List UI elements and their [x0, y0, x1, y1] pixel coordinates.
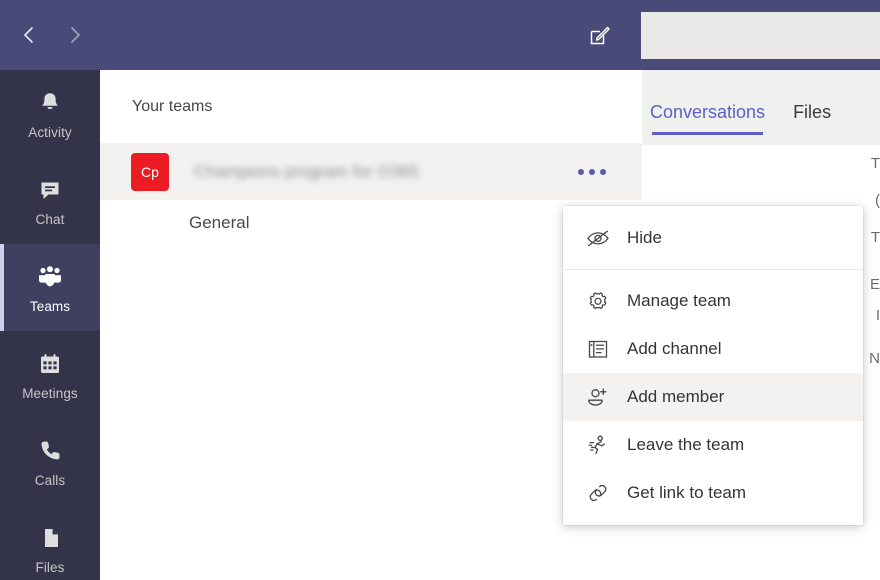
menu-item-add-member[interactable]: Add member	[563, 373, 863, 421]
menu-item-get-link-to-team[interactable]: Get link to team	[563, 469, 863, 517]
navigation-buttons	[14, 18, 90, 52]
chat-bubble-icon	[36, 174, 64, 206]
sidebar-item-label: Chat	[35, 212, 65, 227]
sidebar-item-teams[interactable]: Teams	[0, 244, 100, 331]
sidebar-item-chat[interactable]: Chat	[0, 157, 100, 244]
search-input[interactable]	[641, 12, 880, 59]
bell-icon	[36, 87, 64, 119]
menu-item-label: Add channel	[627, 339, 722, 358]
back-button[interactable]	[14, 18, 44, 52]
left-navigation-rail: Activity Chat Teams Meetings Calls Files	[0, 70, 100, 580]
compose-new-chat-button[interactable]	[585, 20, 615, 50]
channel-row-general[interactable]: General	[100, 200, 642, 246]
sidebar-item-activity[interactable]: Activity	[0, 70, 100, 157]
sidebar-item-files[interactable]: Files	[0, 505, 100, 580]
teams-app-window: Activity Chat Teams Meetings Calls Files…	[0, 0, 880, 580]
tab-label: Files	[793, 102, 832, 122]
eye-hide-icon	[585, 226, 619, 250]
team-name: Champions program for O365	[194, 161, 419, 181]
menu-item-hide[interactable]: Hide	[563, 214, 863, 262]
clipped-text-fragment: N	[869, 350, 880, 367]
menu-item-label: Leave the team	[627, 435, 745, 454]
avatar: Cp	[131, 152, 169, 191]
sidebar-item-label: Files	[35, 560, 65, 575]
menu-separator	[563, 269, 863, 270]
add-member-person-plus-icon	[585, 385, 619, 409]
channel-name: General	[189, 213, 250, 232]
clipped-text-fragment: T	[870, 229, 880, 246]
running-person-icon	[585, 433, 619, 457]
teams-list-panel: Your teams Cp Champions program for O365…	[100, 70, 642, 580]
team-context-menu: Hide Manage team Add channel Add member …	[563, 206, 863, 525]
page-title: Your teams	[132, 97, 213, 115]
sidebar-item-label: Activity	[28, 125, 72, 140]
add-channel-list-icon	[585, 337, 619, 361]
more-options-ellipsis-icon[interactable]	[572, 163, 612, 181]
title-bar	[0, 0, 880, 70]
menu-item-manage-team[interactable]: Manage team	[563, 277, 863, 325]
file-page-icon	[36, 522, 64, 554]
menu-item-leave-the-team[interactable]: Leave the team	[563, 421, 863, 469]
phone-icon	[36, 435, 64, 467]
clipped-text-fragment: I	[875, 307, 880, 324]
menu-item-label: Manage team	[627, 291, 731, 310]
sidebar-item-label: Teams	[29, 299, 71, 314]
teams-people-icon	[35, 261, 65, 293]
clipped-text-fragment: (	[875, 192, 880, 209]
clipped-text-fragment: E	[869, 276, 880, 293]
sidebar-item-calls[interactable]: Calls	[0, 418, 100, 505]
menu-item-add-channel[interactable]: Add channel	[563, 325, 863, 373]
sidebar-item-label: Meetings	[22, 386, 78, 401]
your-teams-header: Your teams	[100, 70, 642, 143]
sidebar-item-label: Calls	[34, 473, 66, 488]
menu-item-label: Add member	[627, 387, 725, 406]
tab-label: Conversations	[650, 102, 766, 122]
calendar-icon	[36, 348, 64, 380]
tab-conversations[interactable]: Conversations	[650, 102, 765, 135]
menu-item-label: Get link to team	[627, 483, 747, 502]
gear-icon	[585, 289, 619, 313]
team-row-champions-program[interactable]: Cp Champions program for O365	[100, 143, 642, 200]
sidebar-item-meetings[interactable]: Meetings	[0, 331, 100, 418]
clipped-text-fragment: T	[870, 155, 880, 172]
menu-item-label: Hide	[627, 228, 662, 247]
tab-files[interactable]: Files	[793, 102, 831, 135]
link-chain-icon	[585, 481, 619, 505]
forward-button[interactable]	[60, 18, 90, 52]
